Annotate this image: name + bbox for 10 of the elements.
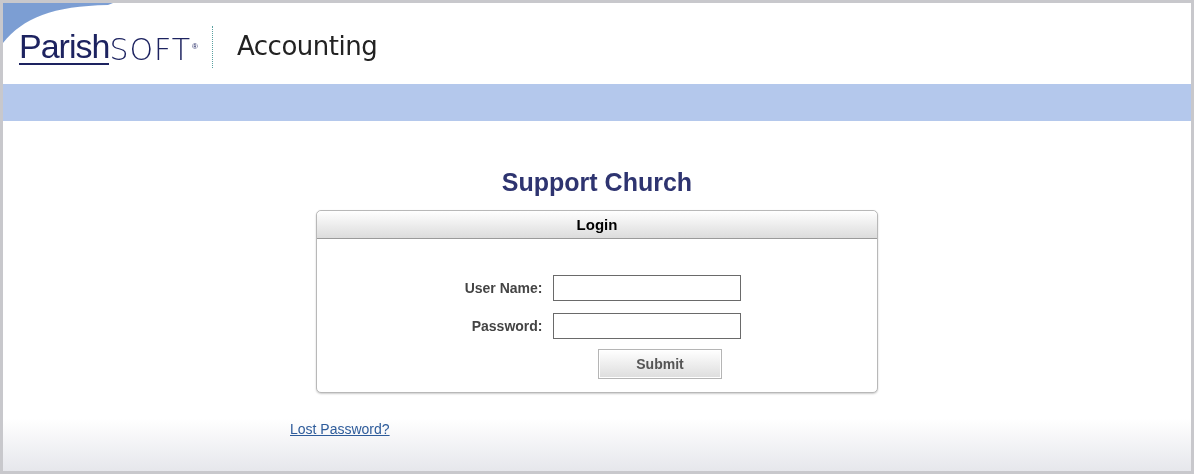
input-field[interactable] xyxy=(552,275,741,301)
submit-button[interactable]: Submit xyxy=(598,349,722,379)
lost-password-link[interactable]: Lost Password? xyxy=(290,419,390,440)
panel-title: Login xyxy=(317,211,877,239)
logo: ParishSOFT® xyxy=(19,28,198,65)
field-label: User Name: xyxy=(463,278,543,298)
product-name: Accounting xyxy=(237,30,378,63)
page-title: Support Church xyxy=(501,167,693,197)
field-label: Password: xyxy=(470,316,543,336)
input-field[interactable] xyxy=(552,313,741,339)
